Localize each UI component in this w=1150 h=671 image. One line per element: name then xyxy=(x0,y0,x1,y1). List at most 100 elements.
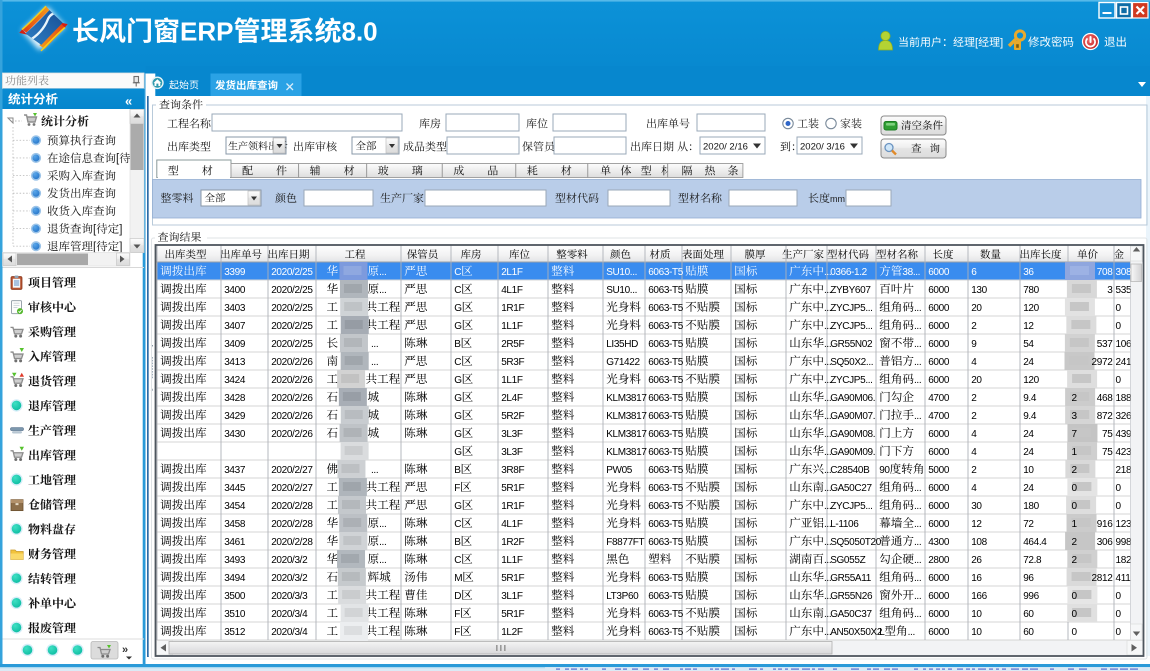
svg-text:]: ] xyxy=(119,224,122,236)
svg-text:C28540B: C28540B xyxy=(830,465,870,476)
svg-text:72.8: 72.8 xyxy=(1023,555,1042,566)
svg-text:...: ... xyxy=(379,555,386,566)
svg-text:B: B xyxy=(454,465,461,476)
svg-text:0: 0 xyxy=(1116,627,1122,638)
svg-text:6063-T5: 6063-T5 xyxy=(648,357,684,368)
svg-text:1R1F: 1R1F xyxy=(501,303,524,314)
svg-text:2020/2/28: 2020/2/28 xyxy=(271,537,313,548)
svg-text:4L1F: 4L1F xyxy=(501,285,523,296)
svg-text:326: 326 xyxy=(1116,411,1133,422)
svg-text:3428: 3428 xyxy=(224,393,246,404)
svg-text:2: 2 xyxy=(971,465,977,476)
svg-text:423: 423 xyxy=(1116,447,1133,458)
svg-text:130: 130 xyxy=(971,285,987,296)
svg-text:3445: 3445 xyxy=(224,483,246,494)
svg-text:6000: 6000 xyxy=(928,609,950,620)
svg-text:241: 241 xyxy=(1116,357,1133,368)
svg-text:10: 10 xyxy=(971,609,982,620)
svg-text:2020/2/25: 2020/2/25 xyxy=(271,321,313,332)
svg-text:6063-T5: 6063-T5 xyxy=(648,501,684,512)
svg-text:6063-T5: 6063-T5 xyxy=(648,393,684,404)
svg-text:2020/2/27: 2020/2/27 xyxy=(271,465,313,476)
svg-text:3424: 3424 xyxy=(224,375,246,386)
svg-text:KLM3817: KLM3817 xyxy=(606,393,647,404)
svg-text:3429: 3429 xyxy=(224,411,246,422)
svg-text:ZYCJP5...: ZYCJP5... xyxy=(830,321,872,332)
svg-text:0: 0 xyxy=(1072,591,1078,602)
svg-text:2020/2/26: 2020/2/26 xyxy=(271,393,313,404)
svg-text:0: 0 xyxy=(1116,375,1122,386)
svg-text:24: 24 xyxy=(1023,447,1034,458)
svg-text:«: « xyxy=(125,94,132,109)
svg-text:6000: 6000 xyxy=(928,591,950,602)
svg-text:96: 96 xyxy=(1023,573,1034,584)
svg-text:16: 16 xyxy=(971,573,982,584)
svg-text:3409: 3409 xyxy=(224,339,246,350)
svg-text:54: 54 xyxy=(1023,339,1034,350)
svg-text:...: ... xyxy=(914,357,921,368)
svg-text:10: 10 xyxy=(1023,465,1034,476)
svg-text:...: ... xyxy=(914,411,921,422)
svg-text:C: C xyxy=(454,267,461,278)
svg-text:120: 120 xyxy=(1023,303,1039,314)
svg-text:2020/3/3: 2020/3/3 xyxy=(271,591,308,602)
svg-text:1L1F: 1L1F xyxy=(501,321,523,332)
svg-text:4300: 4300 xyxy=(928,537,950,548)
svg-text:6000: 6000 xyxy=(928,429,950,440)
svg-text:4: 4 xyxy=(971,447,977,458)
svg-text:2: 2 xyxy=(1072,465,1078,476)
svg-text:GR55N26: GR55N26 xyxy=(830,591,873,602)
svg-text:5R1F: 5R1F xyxy=(501,573,524,584)
svg-text:...: ... xyxy=(914,555,921,566)
svg-text:6000: 6000 xyxy=(928,339,950,350)
svg-text:ZYBY607: ZYBY607 xyxy=(830,285,871,296)
svg-text:3400: 3400 xyxy=(224,285,246,296)
svg-text:M: M xyxy=(454,573,462,584)
svg-text:6000: 6000 xyxy=(928,357,950,368)
svg-text:G: G xyxy=(454,393,462,404)
svg-text:90: 90 xyxy=(879,465,890,476)
svg-text:6063-T5: 6063-T5 xyxy=(648,573,684,584)
svg-text:C: C xyxy=(454,555,461,566)
svg-text:120: 120 xyxy=(1023,375,1039,386)
svg-text:75: 75 xyxy=(1102,429,1113,440)
svg-text:6063-T5: 6063-T5 xyxy=(648,285,684,296)
svg-text:2: 2 xyxy=(971,321,977,332)
svg-text:2020/2/25: 2020/2/25 xyxy=(271,285,313,296)
svg-text:306: 306 xyxy=(1097,537,1114,548)
svg-text:0: 0 xyxy=(1072,501,1078,512)
svg-text:6000: 6000 xyxy=(928,303,950,314)
svg-text:2: 2 xyxy=(1072,393,1078,404)
svg-text:6063-T5: 6063-T5 xyxy=(648,537,684,548)
svg-text:38...: 38... xyxy=(902,267,920,278)
svg-text:3413: 3413 xyxy=(224,357,246,368)
svg-text:4700: 4700 xyxy=(928,411,950,422)
svg-text:6000: 6000 xyxy=(928,321,950,332)
svg-text:C: C xyxy=(454,357,461,368)
svg-text:36: 36 xyxy=(1023,267,1034,278)
svg-text:0: 0 xyxy=(1116,321,1122,332)
svg-text:1R2F: 1R2F xyxy=(501,537,524,548)
svg-text:...: ... xyxy=(379,519,386,530)
svg-text:0: 0 xyxy=(1072,483,1078,494)
svg-text:6000: 6000 xyxy=(928,501,950,512)
svg-text:0: 0 xyxy=(1072,609,1078,620)
svg-text:2020/3/2: 2020/3/2 xyxy=(271,555,308,566)
svg-text:LI35HD: LI35HD xyxy=(606,339,638,350)
svg-text:...: ... xyxy=(914,501,921,512)
svg-text:12: 12 xyxy=(971,519,982,530)
svg-text:4: 4 xyxy=(971,357,977,368)
svg-text:5R3F: 5R3F xyxy=(501,357,524,368)
svg-text:411: 411 xyxy=(1116,573,1132,584)
svg-text:6000: 6000 xyxy=(928,573,950,584)
svg-text:2972: 2972 xyxy=(1092,357,1114,368)
svg-text:7: 7 xyxy=(1072,429,1078,440)
svg-text:0: 0 xyxy=(1116,483,1122,494)
svg-text:182: 182 xyxy=(1116,555,1133,566)
svg-text:2: 2 xyxy=(971,393,977,404)
svg-text:3512: 3512 xyxy=(224,627,246,638)
svg-text:...: ... xyxy=(914,303,921,314)
svg-text:...: ... xyxy=(379,537,386,548)
svg-text:1: 1 xyxy=(1072,519,1078,530)
svg-text:G: G xyxy=(454,501,462,512)
